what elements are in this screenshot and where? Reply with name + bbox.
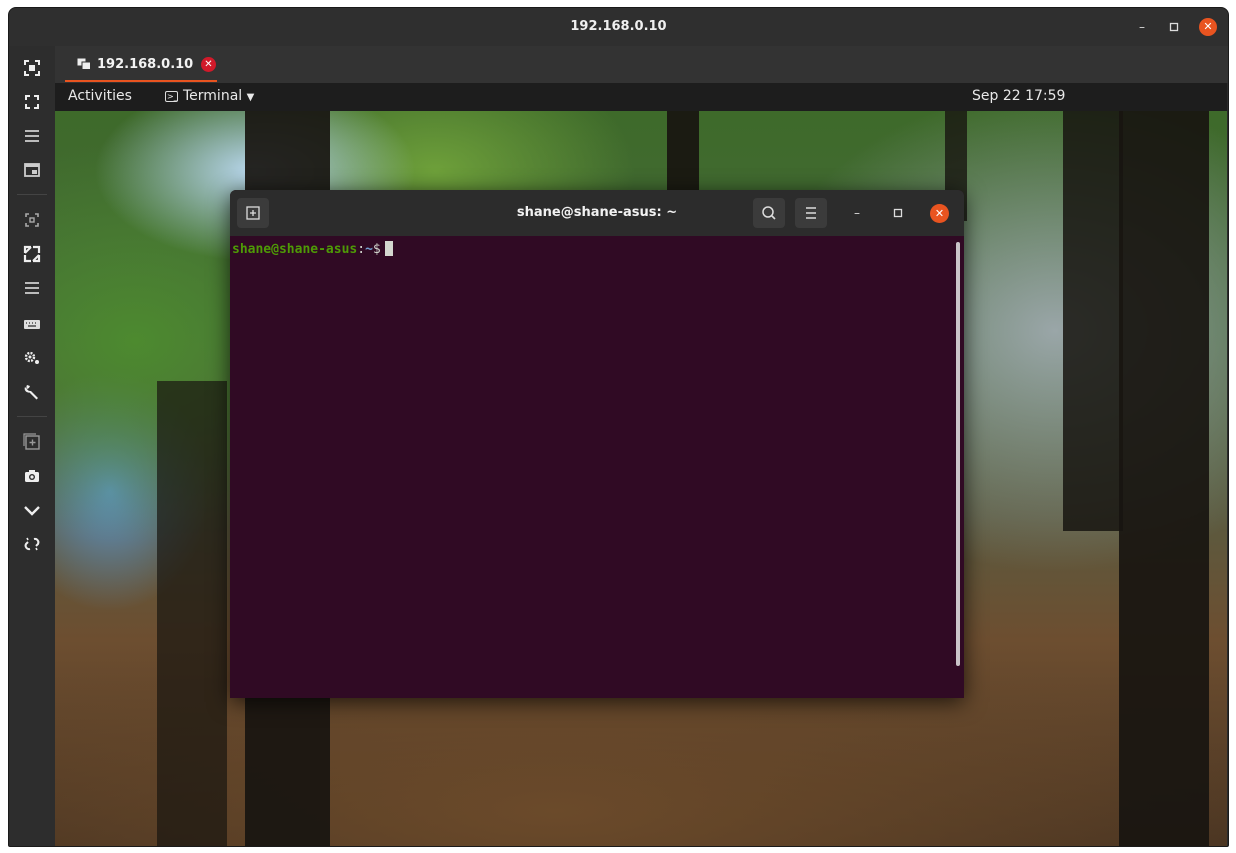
window-display-icon[interactable]: [22, 160, 42, 180]
tree-trunk: [1119, 111, 1209, 846]
remote-desktop[interactable]: Activities >_ Terminal ▼ Sep 22 17:59 sha…: [55, 83, 1227, 846]
search-button[interactable]: [753, 198, 785, 228]
text-cursor: [384, 241, 393, 256]
disconnect-icon[interactable]: [22, 534, 42, 554]
gears-icon[interactable]: [22, 348, 42, 368]
tree-trunk: [1063, 111, 1123, 531]
scrollbar[interactable]: [956, 242, 960, 666]
scale-frame-icon[interactable]: [22, 210, 42, 230]
clock[interactable]: Sep 22 17:59: [972, 88, 1065, 104]
prompt-path: ~: [365, 242, 373, 257]
wrench-icon[interactable]: [22, 382, 42, 402]
hamburger-menu-button[interactable]: [795, 198, 827, 228]
terminal-headerbar[interactable]: shane@shane-asus: ~ – ✕: [230, 190, 964, 236]
shell-prompt: shane@shane-asus:~$: [232, 241, 393, 257]
app-menu[interactable]: >_ Terminal ▼: [165, 88, 254, 104]
active-tab-indicator: [65, 80, 217, 82]
toolbar-divider: [17, 194, 47, 195]
prompt-sign: $: [372, 242, 381, 257]
tab-label: 192.168.0.10: [97, 57, 194, 72]
prompt-separator: :: [357, 242, 366, 257]
terminal-minimize-button[interactable]: –: [848, 204, 866, 222]
terminal-maximize-button[interactable]: [889, 204, 907, 222]
gnome-top-bar: Activities >_ Terminal ▼ Sep 22 17:59: [55, 83, 1227, 111]
tab-close-icon[interactable]: ✕: [201, 57, 216, 72]
chevron-down-icon[interactable]: [22, 500, 42, 520]
window-titlebar[interactable]: 192.168.0.10 – ✕: [9, 8, 1228, 46]
terminal-close-button[interactable]: ✕: [930, 204, 949, 223]
toolbar-divider: [17, 416, 47, 417]
maximize-button[interactable]: [1165, 18, 1183, 36]
window-title: 192.168.0.10: [570, 19, 667, 34]
tree-trunk: [157, 381, 227, 846]
camera-icon[interactable]: [22, 466, 42, 486]
screenshot-frame-icon[interactable]: [22, 58, 42, 78]
terminal-app-icon: >_: [165, 91, 178, 102]
fullscreen-icon[interactable]: [22, 92, 42, 112]
terminal-output[interactable]: shane@shane-asus:~$: [230, 236, 964, 698]
minimize-button[interactable]: –: [1133, 18, 1151, 36]
remote-viewer-window: 192.168.0.10 – ✕ 192.168.0.10 ✕ Activiti…: [8, 7, 1229, 847]
window-tab-icon: [77, 58, 91, 70]
terminal-window[interactable]: shane@shane-asus: ~ – ✕ shane@shane-asus…: [230, 190, 964, 698]
fit-screen-icon[interactable]: [22, 244, 42, 264]
prompt-user-host: shane@shane-asus: [232, 242, 358, 257]
keyboard-icon[interactable]: [22, 314, 42, 334]
menu-lines-icon[interactable]: [22, 278, 42, 298]
tab-connection[interactable]: 192.168.0.10 ✕: [65, 46, 216, 82]
app-menu-label: Terminal: [183, 88, 243, 104]
caret-down-icon: ▼: [246, 92, 255, 103]
menu-lines-icon[interactable]: [22, 126, 42, 146]
new-tab-icon[interactable]: [22, 432, 42, 452]
side-toolbar: [9, 46, 55, 846]
close-button[interactable]: ✕: [1199, 18, 1217, 36]
activities-button[interactable]: Activities: [68, 88, 132, 104]
tab-strip: 192.168.0.10 ✕: [55, 46, 1228, 83]
